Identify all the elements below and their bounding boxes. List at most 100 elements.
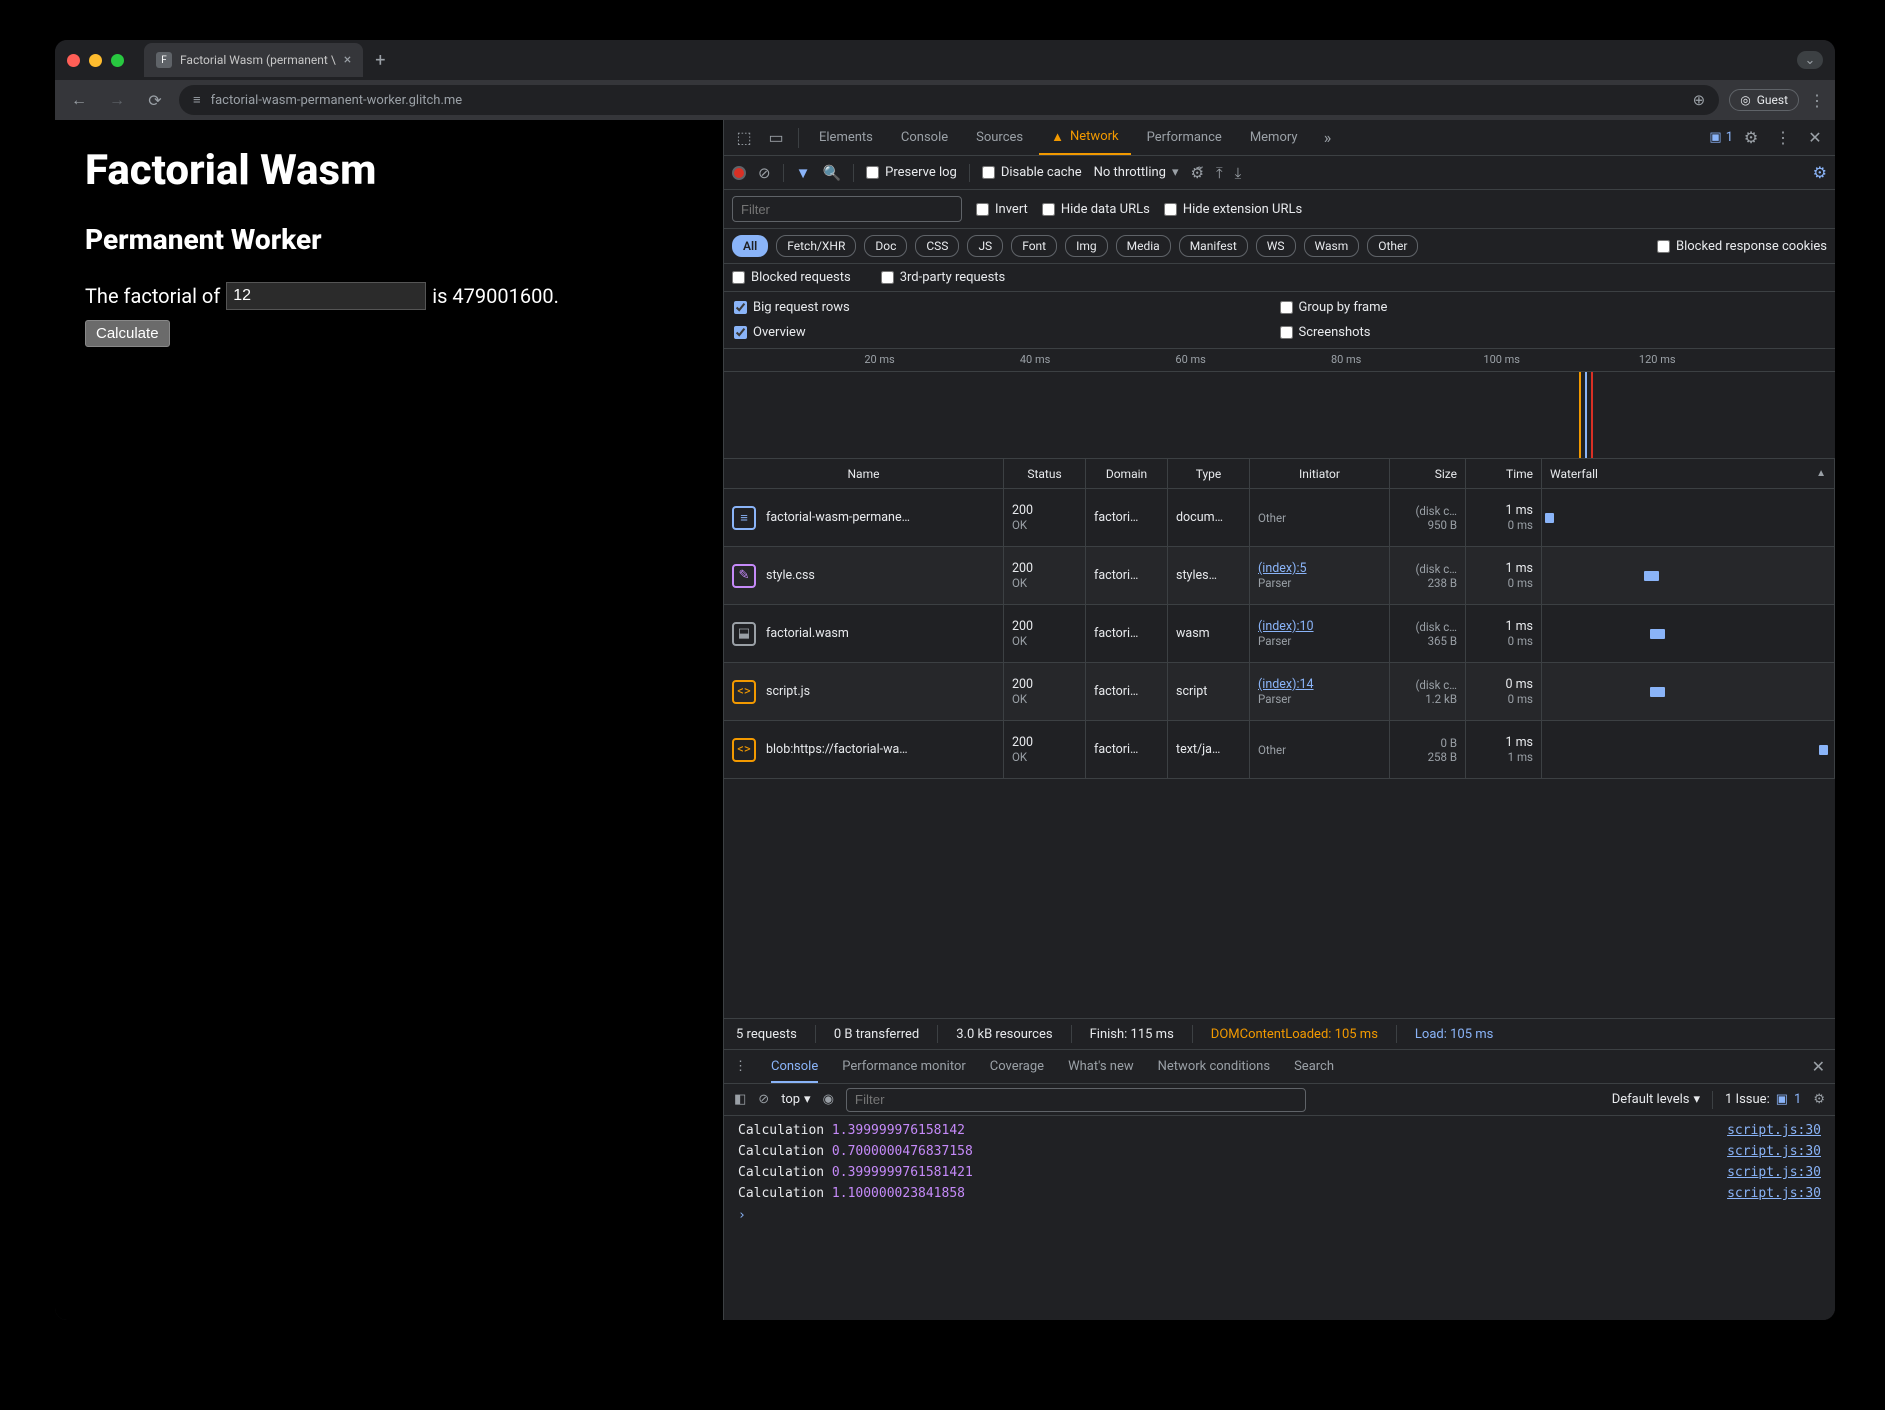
export-har-icon[interactable]: ⤓ [1235,164,1242,182]
browser-menu-icon[interactable]: ⋮ [1809,91,1825,110]
drawer-tab-search[interactable]: Search [1294,1059,1334,1074]
chip-wasm[interactable]: Wasm [1304,235,1360,257]
disable-cache-checkbox[interactable]: Disable cache [982,165,1082,180]
chip-css[interactable]: CSS [915,235,959,257]
col-name[interactable]: Name [724,459,1004,488]
browser-tab[interactable]: F Factorial Wasm (permanent \ × [144,43,363,77]
tab-console[interactable]: Console [889,122,960,153]
col-initiator[interactable]: Initiator [1250,459,1390,488]
settings-icon[interactable]: ⚙ [1737,128,1765,147]
site-info-icon[interactable]: ≡ [193,92,201,108]
source-link[interactable]: script.js:30 [1727,1144,1821,1159]
console-clear-icon[interactable]: ⊘ [758,1092,769,1107]
window-maximize-icon[interactable] [111,54,124,67]
drawer-tab-whatsnew[interactable]: What's new [1068,1059,1134,1074]
big-rows-checkbox[interactable]: Big request rows [734,300,1280,315]
more-tabs-icon[interactable]: » [1314,128,1342,147]
overview-checkbox[interactable]: Overview [734,325,1280,340]
context-select[interactable]: top ▾ [781,1092,810,1107]
address-bar[interactable]: ≡ factorial-wasm-permanent-worker.glitch… [179,85,1719,115]
col-size[interactable]: Size [1390,459,1466,488]
hide-data-urls-checkbox[interactable]: Hide data URLs [1042,202,1150,217]
tab-elements[interactable]: Elements [807,122,885,153]
table-row[interactable]: ≡factorial-wasm-permane… 200OK factori… … [724,489,1835,547]
table-row[interactable]: <>script.js 200OK factori… script (index… [724,663,1835,721]
console-prompt[interactable]: › [724,1204,1835,1227]
third-party-checkbox[interactable]: 3rd-party requests [881,270,1006,285]
network-filter-input[interactable] [732,196,962,222]
timeline-tick: 60 ms [1175,353,1205,366]
network-settings-icon[interactable]: ⚙ [1813,163,1827,182]
devtools-menu-icon[interactable]: ⋮ [1769,128,1797,147]
back-button[interactable]: ← [65,90,93,110]
blocked-cookies-checkbox[interactable]: Blocked response cookies [1657,239,1827,254]
blocked-requests-checkbox[interactable]: Blocked requests [732,270,851,285]
chip-other[interactable]: Other [1367,235,1418,257]
chip-doc[interactable]: Doc [864,235,907,257]
source-link[interactable]: script.js:30 [1727,1123,1821,1138]
device-toggle-icon[interactable]: ▭ [762,128,790,147]
console-settings-icon[interactable]: ⚙ [1813,1092,1825,1107]
chip-manifest[interactable]: Manifest [1179,235,1248,257]
issues-badge[interactable]: ▣ 1 [1709,130,1733,145]
tab-close-icon[interactable]: × [344,52,351,68]
source-link[interactable]: script.js:30 [1727,1165,1821,1180]
drawer-tab-coverage[interactable]: Coverage [990,1059,1044,1074]
profile-badge[interactable]: ◎ Guest [1729,89,1799,111]
calculate-button[interactable]: Calculate [85,320,170,347]
chip-media[interactable]: Media [1116,235,1171,257]
import-har-icon[interactable]: ⤒ [1216,164,1223,182]
window-close-icon[interactable] [67,54,80,67]
screenshots-checkbox[interactable]: Screenshots [1280,325,1826,340]
chip-ws[interactable]: WS [1256,235,1296,257]
chip-fetch-xhr[interactable]: Fetch/XHR [776,235,856,257]
preserve-log-checkbox[interactable]: Preserve log [866,165,957,180]
reload-button[interactable]: ⟳ [141,91,169,110]
invert-checkbox[interactable]: Invert [976,202,1028,217]
table-row[interactable]: ⬓factorial.wasm 200OK factori… wasm (ind… [724,605,1835,663]
factorial-input[interactable] [226,282,426,310]
drawer-menu-icon[interactable]: ⋮ [734,1059,747,1074]
col-time[interactable]: Time [1466,459,1542,488]
window-minimize-icon[interactable] [89,54,102,67]
search-icon[interactable]: 🔍 [822,164,841,182]
overview-timeline[interactable]: 20 ms 40 ms 60 ms 80 ms 100 ms 120 ms [724,349,1835,459]
window-dropdown-icon[interactable]: ⌄ [1797,51,1823,69]
throttling-select[interactable]: No throttling ▾ [1094,165,1179,180]
devtools-close-icon[interactable]: ✕ [1801,128,1829,147]
new-tab-button[interactable]: + [375,50,385,71]
group-frame-checkbox[interactable]: Group by frame [1280,300,1826,315]
col-type[interactable]: Type [1168,459,1250,488]
source-link[interactable]: script.js:30 [1727,1186,1821,1201]
console-filter-input[interactable] [846,1088,1306,1112]
drawer-close-icon[interactable]: ✕ [1812,1057,1825,1076]
table-row[interactable]: ✎style.css 200OK factori… styles… (index… [724,547,1835,605]
chip-font[interactable]: Font [1011,235,1057,257]
inspect-icon[interactable]: ⬚ [730,128,758,147]
sidebar-toggle-icon[interactable]: ◧ [734,1092,746,1107]
record-button[interactable] [732,166,746,180]
col-domain[interactable]: Domain [1086,459,1168,488]
col-status[interactable]: Status [1004,459,1086,488]
clear-button[interactable]: ⊘ [758,164,771,182]
col-waterfall[interactable]: Waterfall▲ [1542,459,1835,488]
chip-img[interactable]: Img [1065,235,1108,257]
tab-memory[interactable]: Memory [1238,122,1310,153]
tab-sources[interactable]: Sources [964,122,1035,153]
network-conditions-icon[interactable]: ⚙̃ [1191,164,1204,182]
table-row[interactable]: <>blob:https://factorial-wa… 200OK facto… [724,721,1835,779]
chip-all[interactable]: All [732,235,768,257]
hide-extension-urls-checkbox[interactable]: Hide extension URLs [1164,202,1302,217]
drawer-tab-perfmon[interactable]: Performance monitor [842,1059,966,1074]
console-issues-badge[interactable]: 1 Issue: ▣ 1 [1725,1092,1801,1107]
forward-button[interactable]: → [103,90,131,110]
zoom-icon[interactable]: ⊕ [1693,91,1706,109]
filter-toggle-icon[interactable]: ▼ [796,164,811,182]
tab-performance[interactable]: Performance [1135,122,1234,153]
chip-js[interactable]: JS [967,235,1003,257]
log-levels-select[interactable]: Default levels ▾ [1612,1092,1700,1107]
live-expression-icon[interactable]: ◉ [823,1092,834,1107]
drawer-tab-console[interactable]: Console [771,1059,818,1083]
drawer-tab-netcond[interactable]: Network conditions [1158,1059,1270,1074]
tab-network[interactable]: ▲ Network [1039,121,1130,155]
